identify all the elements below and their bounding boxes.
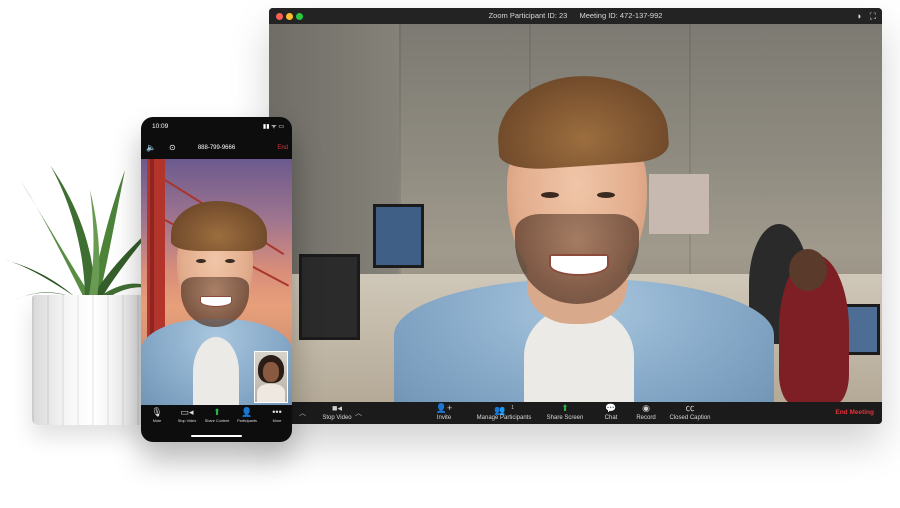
- phone-end-button[interactable]: End: [277, 145, 288, 151]
- decorative-plant: [0, 150, 160, 450]
- more-button[interactable]: ••• More: [263, 407, 291, 424]
- share-icon: ⬆: [213, 407, 221, 417]
- chevron-up-icon[interactable]: ︿: [299, 408, 306, 418]
- participants-icon: 👤: [241, 407, 253, 417]
- fullscreen-icon[interactable]: ⛶: [870, 8, 876, 24]
- phone-video-feed: [141, 159, 292, 405]
- phone-toolbar: 🎙 Mute ▭◂ Stop Video ⬆ Share Content 👤 P…: [141, 405, 292, 427]
- status-time: 10:09: [152, 123, 169, 130]
- phone-meeting-screen: 10:09 ▮▮ ᯤ ▭ 🔈 ⊙ 888-799-9666 End 🎙 Mute: [141, 117, 292, 442]
- manage-participants-button[interactable]: 👥 1 Manage Participants: [469, 402, 539, 424]
- record-button[interactable]: ◉ Record: [631, 402, 661, 424]
- window-title: Zoom Participant ID: 23 Meeting ID: 472-…: [269, 8, 882, 24]
- meeting-id-label: Meeting ID: 472-137-992: [579, 11, 663, 20]
- closed-caption-button[interactable]: ㏄ Closed Caption: [665, 402, 715, 424]
- meeting-toolbar: ︿ ■◂ Stop Video ︿ 👤+ Invite 👥 1 Manage Pa…: [269, 402, 882, 424]
- microphone-icon: 🎙: [151, 407, 163, 417]
- share-content-button[interactable]: ⬆ Share Content: [203, 407, 231, 424]
- home-indicator: [191, 435, 242, 437]
- share-screen-icon: ⬆: [561, 403, 569, 413]
- participants-icon: 👥 1: [494, 405, 514, 415]
- invite-button[interactable]: 👤+ Invite: [429, 402, 459, 424]
- share-screen-button[interactable]: ⬆ Share Screen: [543, 402, 587, 424]
- more-icon: •••: [272, 407, 282, 417]
- stop-video-button[interactable]: ■◂ Stop Video: [317, 402, 357, 424]
- view-toggle-icon[interactable]: ◗: [857, 8, 862, 24]
- self-view-thumbnail[interactable]: [254, 351, 288, 403]
- end-meeting-button[interactable]: End Meeting: [835, 409, 874, 416]
- record-icon: ◉: [642, 403, 650, 413]
- phone-call-header: 🔈 ⊙ 888-799-9666 End: [141, 141, 292, 157]
- video-camera-icon: ▭◂: [180, 407, 194, 417]
- chat-button[interactable]: 💬 Chat: [597, 402, 625, 424]
- add-person-icon: 👤+: [435, 403, 453, 413]
- phone-stop-video-button[interactable]: ▭◂ Stop Video: [173, 407, 201, 424]
- video-camera-icon: ■◂: [332, 403, 342, 413]
- window-titlebar: Zoom Participant ID: 23 Meeting ID: 472-…: [269, 8, 882, 24]
- mute-button[interactable]: 🎙 Mute: [143, 407, 171, 424]
- plant-pot: [32, 295, 154, 425]
- chat-bubble-icon: 💬: [605, 403, 617, 413]
- phone-status-bar: 10:09 ▮▮ ᯤ ▭: [141, 117, 292, 137]
- desktop-meeting-window: Zoom Participant ID: 23 Meeting ID: 472-…: [269, 8, 882, 424]
- call-number: 888-799-9666: [197, 145, 236, 151]
- plant-leaves: [5, 165, 160, 307]
- participant-id-label: Zoom Participant ID: 23: [488, 11, 568, 20]
- main-video-feed: [269, 24, 882, 402]
- chevron-up-icon[interactable]: ︿: [355, 408, 362, 418]
- phone-participants-button[interactable]: 👤 Participants: [233, 407, 261, 424]
- signal-wifi-battery-icon: ▮▮ ᯤ ▭: [262, 124, 284, 130]
- cc-icon: ㏄: [685, 403, 695, 413]
